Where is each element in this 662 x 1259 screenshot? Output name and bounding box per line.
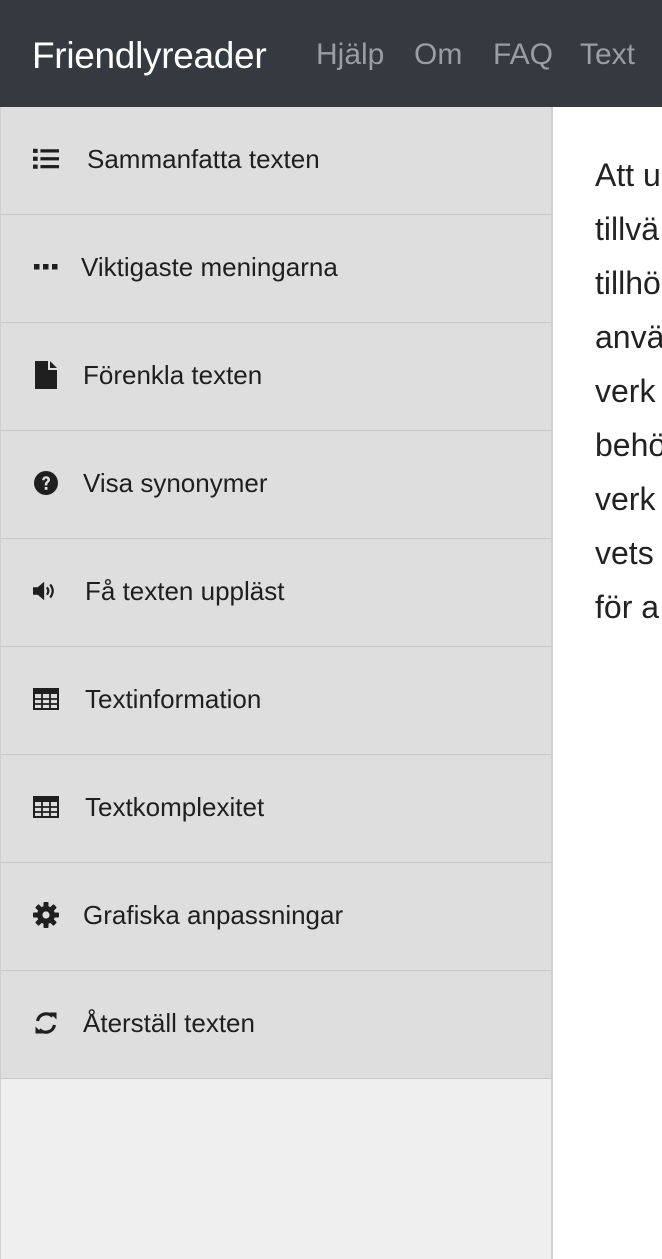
sidebar-item-text-info[interactable]: Textinformation xyxy=(1,647,551,755)
sidebar-item-label: Sammanfatta texten xyxy=(87,144,320,174)
sidebar-item-simplify[interactable]: Förenkla texten xyxy=(1,323,551,431)
sidebar-item-label: Återställ texten xyxy=(83,1008,255,1038)
nav-link-faq[interactable]: FAQ xyxy=(493,36,553,74)
content-text-line: behö xyxy=(595,427,662,463)
volume-icon xyxy=(33,577,59,605)
sidebar-item-label: Visa synonymer xyxy=(83,468,268,498)
sidebar-item-graphic-settings[interactable]: Grafiska anpassningar xyxy=(1,863,551,971)
sidebar-item-label: Viktigaste meningarna xyxy=(81,252,338,282)
nav-link-text[interactable]: Text xyxy=(580,36,635,74)
sidebar-item-label: Få texten uppläst xyxy=(85,576,285,606)
file-icon xyxy=(33,361,59,389)
text-content-area: Att u tillvä tillhö anvä verk behö verk … xyxy=(553,107,662,1259)
refresh-icon xyxy=(33,1009,59,1037)
sidebar-item-text-complexity[interactable]: Textkomplexitet xyxy=(1,755,551,863)
table-icon xyxy=(33,793,59,821)
table-icon xyxy=(33,685,59,713)
sidebar: Sammanfatta texten Viktigaste meningarna… xyxy=(0,107,553,1259)
content-text-line: tillvä xyxy=(595,211,660,247)
content-text-line: verk xyxy=(595,373,656,409)
ellipsis-icon xyxy=(33,253,59,281)
nav-link-om[interactable]: Om xyxy=(414,36,462,74)
sidebar-item-read-aloud[interactable]: Få texten uppläst xyxy=(1,539,551,647)
content-text-line: för a xyxy=(595,589,660,625)
content-text-line: anvä xyxy=(595,319,662,355)
content-text-line: vets xyxy=(595,535,654,571)
sidebar-item-summarize[interactable]: Sammanfatta texten xyxy=(1,107,551,215)
content-text-line: Att u xyxy=(595,157,661,193)
gear-icon xyxy=(33,901,59,929)
brand-logo[interactable]: Friendlyreader xyxy=(32,34,267,78)
list-icon xyxy=(33,145,59,173)
sidebar-item-reset[interactable]: Återställ texten xyxy=(1,971,551,1079)
content-text-line: tillhö xyxy=(595,265,661,301)
sidebar-item-synonyms[interactable]: Visa synonymer xyxy=(1,431,551,539)
sidebar-item-label: Grafiska anpassningar xyxy=(83,900,344,930)
sidebar-item-key-sentences[interactable]: Viktigaste meningarna xyxy=(1,215,551,323)
sidebar-item-label: Förenkla texten xyxy=(83,360,263,390)
sidebar-item-label: Textinformation xyxy=(85,684,262,714)
nav-link-hjalp[interactable]: Hjälp xyxy=(316,36,384,74)
sidebar-item-label: Textkomplexitet xyxy=(85,792,265,822)
top-navbar: Friendlyreader Hjälp Om FAQ Text xyxy=(0,0,662,107)
content-text-line: verk xyxy=(595,481,656,517)
question-circle-icon xyxy=(33,469,59,497)
